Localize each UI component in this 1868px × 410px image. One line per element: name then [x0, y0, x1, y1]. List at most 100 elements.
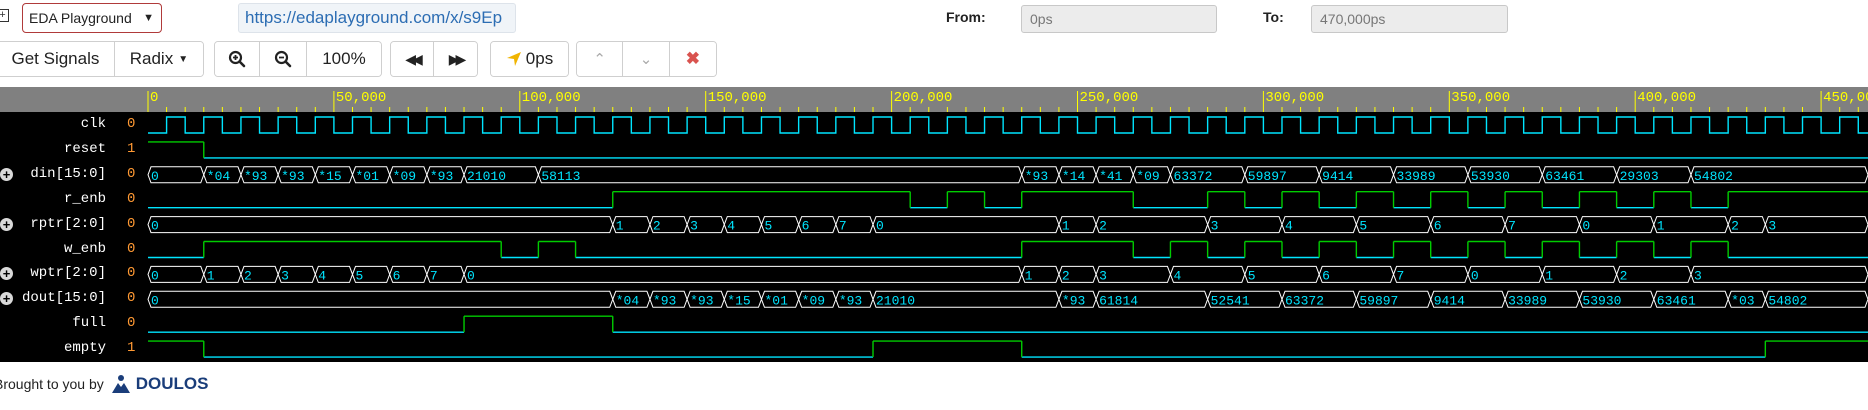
signal-name[interactable]: reset [64, 141, 106, 157]
share-url-field[interactable]: https://edaplayground.com/x/s9Ep [238, 3, 516, 33]
bus-value-label: 6 [1434, 219, 1442, 234]
zoom-in-button[interactable] [215, 42, 261, 76]
bus-value-label: 33989 [1508, 293, 1547, 308]
signal-row[interactable]: r_enb 0 [0, 188, 148, 212]
zoom-out-button[interactable] [260, 42, 307, 76]
bus-value-label: *15 [727, 293, 750, 308]
bus-value-label: 63372 [1285, 293, 1324, 308]
bus-value-label: 6 [1322, 268, 1330, 283]
signal-name[interactable]: full [72, 315, 106, 331]
marker-group: ⌃ ⌄ ✖ [576, 41, 717, 77]
to-input[interactable]: 470,000ps [1311, 5, 1508, 33]
signal-row[interactable]: + rptr[2:0] 0 [0, 213, 148, 237]
signal-row[interactable]: clk 0 [0, 113, 148, 137]
radix-label: Radix [129, 49, 174, 68]
signal-name[interactable]: empty [64, 340, 106, 356]
signal-value: 0 [127, 290, 136, 307]
bus-value-label: 6 [393, 268, 401, 283]
bus-value-label: 59897 [1248, 169, 1287, 184]
location-arrow-icon [506, 52, 521, 66]
prev-edge-button[interactable]: ⌃ [577, 42, 624, 76]
doulos-logo[interactable]: DOULOS [136, 374, 209, 394]
source-select[interactable]: EDA Playground ▼ [22, 3, 162, 33]
bus-value-label: *09 [393, 169, 416, 184]
bus-value-label: 0 [151, 293, 159, 308]
signals-group: Get Signals Radix ▼ [0, 41, 204, 77]
clear-button[interactable]: ✖ [669, 42, 716, 76]
signal-value: 0 [127, 315, 136, 332]
bus-segment [1690, 265, 1868, 283]
doulos-logo-icon [111, 375, 130, 393]
cursor-time-button[interactable]: 0ps [491, 42, 568, 76]
signal-row[interactable]: full 0 [0, 312, 148, 336]
expand-bus-icon[interactable]: + [0, 167, 13, 181]
expand-bus-icon[interactable]: + [0, 217, 13, 231]
bus-value-label: 3 [281, 268, 289, 283]
bus-value-label: *93 [839, 293, 862, 308]
bus-value-label: 29303 [1620, 169, 1659, 184]
bus-value-label: 9414 [1322, 169, 1353, 184]
bus-value-label: *09 [1136, 169, 1159, 184]
bus-value-label: 9414 [1434, 293, 1465, 308]
bus-segment [463, 265, 1023, 283]
signal-name[interactable]: din[15:0] [30, 166, 106, 182]
bus-value-label: 1 [1025, 268, 1033, 283]
signal-value: 1 [127, 340, 136, 357]
signal-name[interactable]: r_enb [64, 191, 106, 207]
bus-value-label: 1 [1545, 268, 1553, 283]
bus-value-label: 63461 [1657, 293, 1696, 308]
expand-panel-icon[interactable]: + [0, 9, 9, 22]
signal-name[interactable]: dout[15:0] [22, 290, 106, 306]
signal-value: 0 [127, 240, 136, 257]
bus-segment [872, 216, 1060, 234]
zoom-level-button[interactable]: 100% [306, 42, 381, 76]
bus-value-label: *93 [653, 293, 676, 308]
next-edge-button[interactable]: ⌄ [623, 42, 670, 76]
bus-value-label: 4 [727, 219, 735, 234]
bus-value-label: *15 [318, 169, 341, 184]
signal-row[interactable]: + wptr[2:0] 0 [0, 262, 148, 286]
bus-value-label: 63461 [1545, 169, 1584, 184]
signal-row[interactable]: reset 1 [0, 138, 148, 162]
bus-value-label: *93 [690, 293, 713, 308]
get-signals-button[interactable]: Get Signals [0, 42, 115, 76]
expand-bus-icon[interactable]: + [0, 267, 13, 281]
signal-name[interactable]: clk [81, 116, 106, 132]
bus-value-label: 3 [1211, 219, 1219, 234]
signal-row[interactable]: + dout[15:0] 0 [0, 287, 148, 311]
bus-segment [1095, 216, 1209, 234]
bus-value-label: 0 [467, 268, 475, 283]
forward-icon: ▶▶ [448, 50, 466, 67]
bus-value-label: *93 [281, 169, 304, 184]
bus-segment [1318, 265, 1395, 283]
signal-name[interactable]: rptr[2:0] [30, 216, 106, 232]
signal-row[interactable]: + din[15:0] 0 [0, 163, 148, 187]
zoom-out-icon [275, 50, 292, 68]
signal-row[interactable]: w_enb 0 [0, 238, 148, 262]
bus-segment [1244, 265, 1320, 283]
bus-value-label: 0 [1582, 219, 1590, 234]
expand-bus-icon[interactable]: + [0, 292, 13, 306]
bus-value-label: 63372 [1173, 169, 1212, 184]
bus-segment [1169, 265, 1246, 283]
bus-value-label: 3 [1768, 219, 1776, 234]
bus-value-label: 2 [1731, 219, 1739, 234]
waveform-viewer[interactable]: 0 50,000 100,000 150,000 200,000 250,000 300,0… [0, 87, 1868, 362]
signal-row[interactable]: empty 1 [0, 337, 148, 361]
bus-segment [1764, 216, 1868, 234]
bus-value-label: *04 [616, 293, 640, 308]
radix-button[interactable]: Radix ▼ [114, 42, 203, 76]
bus-segment [1430, 216, 1506, 234]
bus-value-label: 21010 [467, 169, 506, 184]
bus-value-label: 7 [1397, 268, 1405, 283]
signal-name[interactable]: w_enb [64, 241, 106, 257]
to-label: To: [1263, 9, 1284, 25]
signal-name[interactable]: wptr[2:0] [30, 265, 106, 281]
from-input[interactable]: 0ps [1021, 5, 1217, 33]
bus-value-label: 0 [876, 219, 884, 234]
bus-value-label: 5 [764, 219, 772, 234]
step-back-button[interactable]: ◀◀ [391, 42, 435, 76]
signal-value: 0 [127, 265, 136, 282]
step-forward-button[interactable]: ▶▶ [434, 42, 477, 76]
bus-value-label: *93 [1062, 293, 1085, 308]
